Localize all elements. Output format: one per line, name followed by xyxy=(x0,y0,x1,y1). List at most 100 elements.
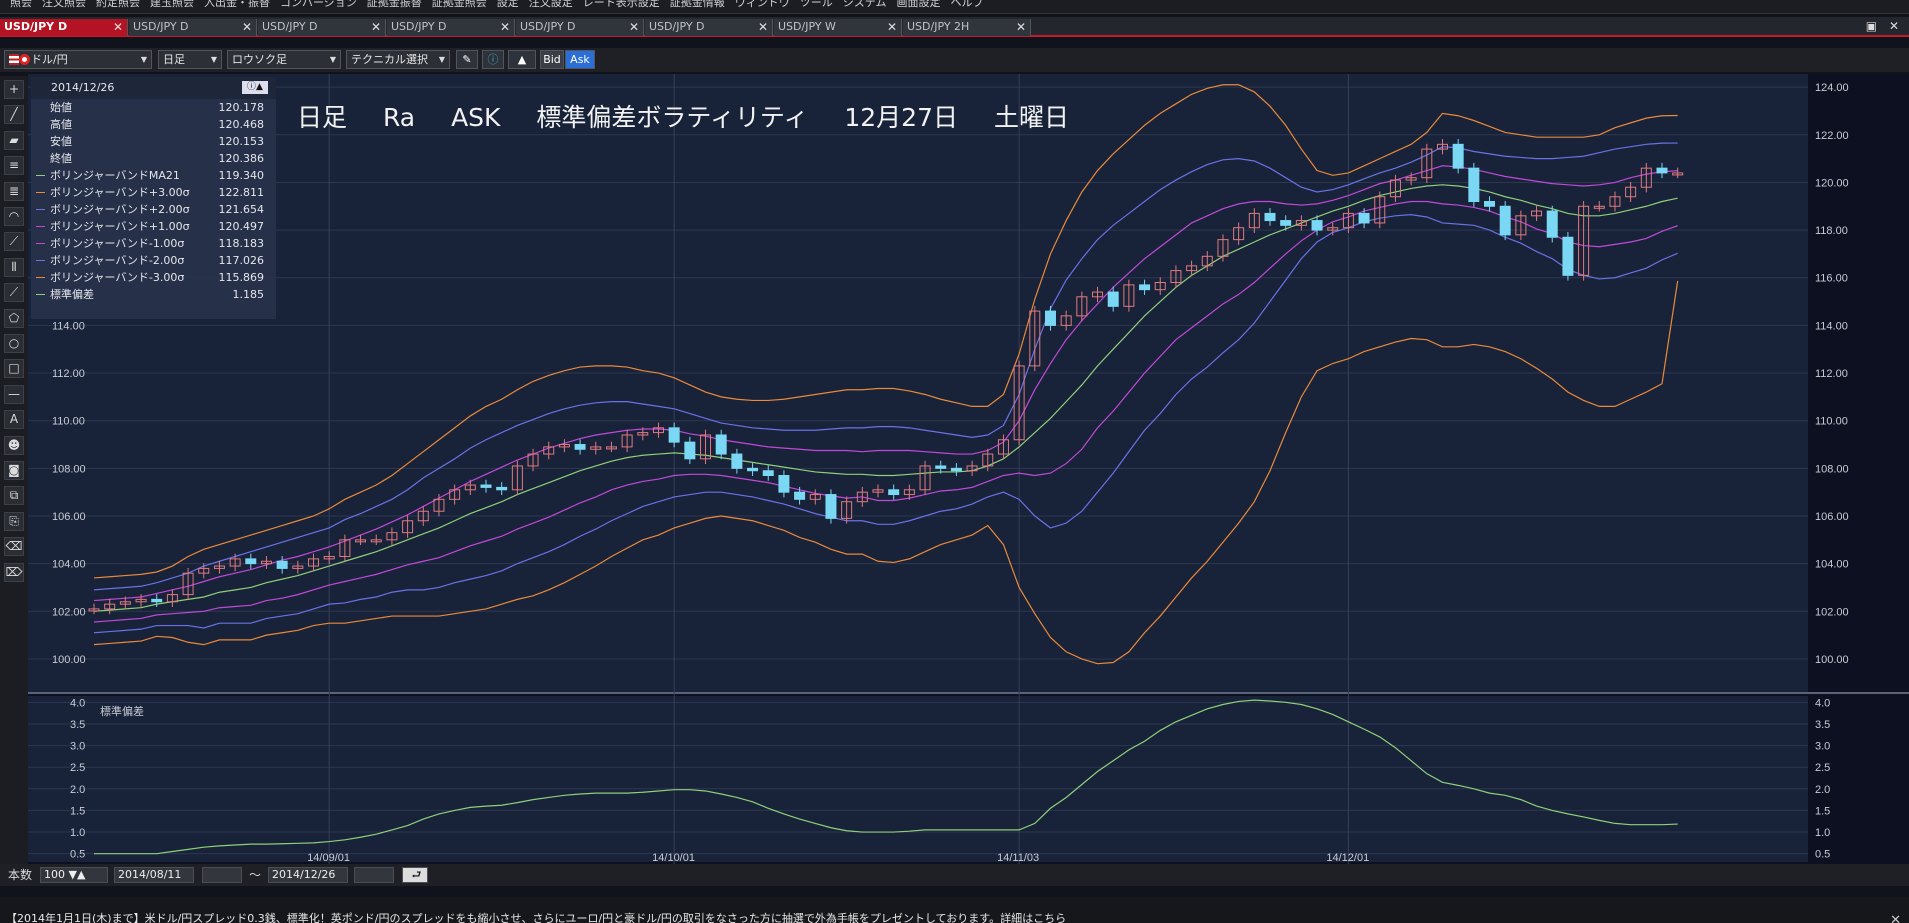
tab-label: USD/JPY D xyxy=(391,20,447,33)
menu-item[interactable]: 注文設定 xyxy=(529,0,573,8)
sub-y-tick-label: 4.0 xyxy=(1815,697,1830,709)
legend-swatch xyxy=(36,260,45,261)
pentagon-icon[interactable]: ⬠ xyxy=(4,308,24,328)
vlines-icon[interactable]: ⦀ xyxy=(4,257,24,277)
count-select[interactable]: 100 ▼▲ xyxy=(40,867,108,883)
title-weekday: 土曜日 xyxy=(993,103,1069,132)
tab-close-icon[interactable]: ✕ xyxy=(500,19,510,35)
timeframe-label: 日足 xyxy=(163,53,185,66)
tab-5[interactable]: USD/JPY D ✕ xyxy=(645,19,773,36)
candle-body xyxy=(1280,220,1292,226)
tab-bar: ▣ ✕ USD/JPY D ✕ USD/JPY D ✕ USD/JPY D ✕ USD/JP… xyxy=(0,17,1909,37)
menu-item[interactable]: ウィンドウ xyxy=(735,0,790,8)
ask-button[interactable]: Ask xyxy=(565,50,595,69)
menu-item[interactable]: ツール xyxy=(800,0,833,8)
data-window-toggle[interactable]: ⓘ▲ xyxy=(242,81,268,94)
tab-close-icon[interactable]: ✕ xyxy=(758,19,768,35)
rect-icon[interactable]: □ xyxy=(4,359,24,379)
date-from-input[interactable]: 2014/08/11 xyxy=(114,867,194,883)
chart-area[interactable]: 100.00 100.00 102.00 102.00 104.00 104.00 106.… xyxy=(28,74,1909,864)
crosshair-icon[interactable]: + xyxy=(4,80,24,99)
menu-item[interactable]: 入出金・振替 xyxy=(204,0,270,8)
close-icon[interactable]: ✕ xyxy=(1889,19,1899,33)
tab-2[interactable]: USD/JPY D ✕ xyxy=(258,19,386,36)
ticker-text: 【2014年1月1日(木)まで】米ドル/円スプレッド0.3銭、標準化！英ポンド/… xyxy=(6,912,1067,923)
y-tick-label-left: 104.00 xyxy=(52,559,86,571)
tab-4[interactable]: USD/JPY D ✕ xyxy=(516,19,644,36)
chart-style-select[interactable]: ロウソク足 xyxy=(227,50,341,69)
fan-icon[interactable]: ⟋ xyxy=(4,232,24,252)
circle-icon[interactable]: ○ xyxy=(4,334,24,353)
tab-label: USD/JPY D xyxy=(520,20,576,33)
text-icon[interactable]: A xyxy=(4,410,24,430)
sub-y-tick-label: 1.5 xyxy=(1815,805,1830,817)
title-date: 12月27日 xyxy=(844,103,958,132)
title-indicator: 標準偏差ボラティリティ xyxy=(536,103,809,132)
y-tick-label: 108.00 xyxy=(1815,463,1849,475)
tab-close-icon[interactable]: ✕ xyxy=(113,19,123,35)
bid-button[interactable]: Bid xyxy=(540,50,564,69)
tab-close-icon[interactable]: ✕ xyxy=(887,19,897,35)
candle-body xyxy=(1358,212,1370,224)
ruler-icon[interactable]: ▰ xyxy=(4,130,24,150)
tab-close-icon[interactable]: ✕ xyxy=(371,19,381,35)
data-row-label: ボリンジャーバンド-1.00σ xyxy=(50,237,185,250)
erase-all-icon[interactable]: ⌦ xyxy=(4,562,24,582)
fib-icon[interactable]: ≣ xyxy=(4,181,24,201)
hline-icon[interactable]: — xyxy=(4,384,24,404)
menu-item[interactable]: 証拠金情報 xyxy=(670,0,725,8)
tab-close-icon[interactable]: ✕ xyxy=(629,19,639,35)
line-icon[interactable]: ╱ xyxy=(4,105,24,125)
candle-body xyxy=(1484,201,1496,207)
trend-icon[interactable]: ⟋ xyxy=(4,283,24,303)
paste-icon[interactable]: ⎘ xyxy=(4,511,24,531)
menu-item[interactable]: 画面設定 xyxy=(896,0,940,8)
technical-select[interactable]: テクニカル選択 xyxy=(346,50,450,69)
tab-0[interactable]: USD/JPY D ✕ xyxy=(0,19,128,36)
tab-7[interactable]: USD/JPY 2H ✕ xyxy=(903,19,1031,36)
data-row-value: 119.340 xyxy=(218,169,265,182)
chart-type-icon[interactable]: ▲ xyxy=(508,50,536,69)
time-to-input[interactable] xyxy=(354,867,394,883)
menu-item[interactable]: 注文照会 xyxy=(42,0,86,8)
time-from-input[interactable] xyxy=(202,867,242,883)
tab-1[interactable]: USD/JPY D ✕ xyxy=(129,19,257,36)
menu-item[interactable]: ヘルプ xyxy=(950,0,983,8)
camera-icon[interactable]: ◙ xyxy=(4,461,24,480)
data-window-rows: 始値 120.178 高値 120.468 安値 120.153 終値 120.386 ボリンジ… xyxy=(31,99,276,303)
tab-3[interactable]: USD/JPY D ✕ xyxy=(387,19,515,36)
menu-item[interactable]: 証拠金振替 xyxy=(367,0,422,8)
eraser-icon[interactable]: ⌫ xyxy=(4,537,24,557)
menu-item[interactable]: 約定照会 xyxy=(96,0,140,8)
stamp-icon[interactable]: ☻ xyxy=(4,435,24,455)
menu-item[interactable]: 証拠金照会 xyxy=(432,0,487,8)
arc-icon[interactable]: ◠ xyxy=(4,207,24,226)
data-row-label: ボリンジャーバンド+3.00σ xyxy=(50,186,190,199)
y-tick-label: 116.00 xyxy=(1815,273,1848,285)
data-row: ボリンジャーバンド+3.00σ 122.811 xyxy=(31,184,276,201)
apply-range-icon[interactable]: ⮐ xyxy=(402,867,428,883)
ask-label: Ask xyxy=(570,53,590,66)
tab-label: USD/JPY W xyxy=(778,20,836,33)
menu-item[interactable]: コンバージョン xyxy=(280,0,357,8)
copy-icon[interactable]: ⧉ xyxy=(4,486,24,506)
tab-close-icon[interactable]: ✕ xyxy=(242,19,252,35)
pen-icon[interactable]: ✎ xyxy=(456,50,478,69)
tab-close-icon[interactable]: ✕ xyxy=(1016,19,1026,35)
hlines-icon[interactable]: ≡ xyxy=(4,156,24,176)
menu-item[interactable]: レート表示設定 xyxy=(583,0,660,8)
menu-item[interactable]: 照会 xyxy=(10,0,32,8)
menu-item[interactable]: システム xyxy=(843,0,887,8)
candle-body xyxy=(1264,212,1276,222)
close-icon[interactable]: ✕ xyxy=(1890,899,1901,923)
info-icon[interactable]: ⓘ xyxy=(482,50,504,69)
menu-item[interactable]: 建玉照会 xyxy=(150,0,194,8)
date-to-input[interactable]: 2014/12/26 xyxy=(268,867,348,883)
menu-item[interactable]: 設定 xyxy=(497,0,519,8)
maximize-icon[interactable]: ▣ xyxy=(1866,19,1877,33)
news-ticker[interactable]: 【2014年1月1日(木)まで】米ドル/円スプレッド0.3銭、標準化！英ポンド/… xyxy=(0,897,1909,923)
tab-6[interactable]: USD/JPY W ✕ xyxy=(774,19,902,36)
y-tick-label: 102.00 xyxy=(1815,606,1849,618)
timeframe-select[interactable]: 日足 xyxy=(158,50,222,69)
currency-pair-select[interactable]: ドル/円 xyxy=(4,50,152,69)
